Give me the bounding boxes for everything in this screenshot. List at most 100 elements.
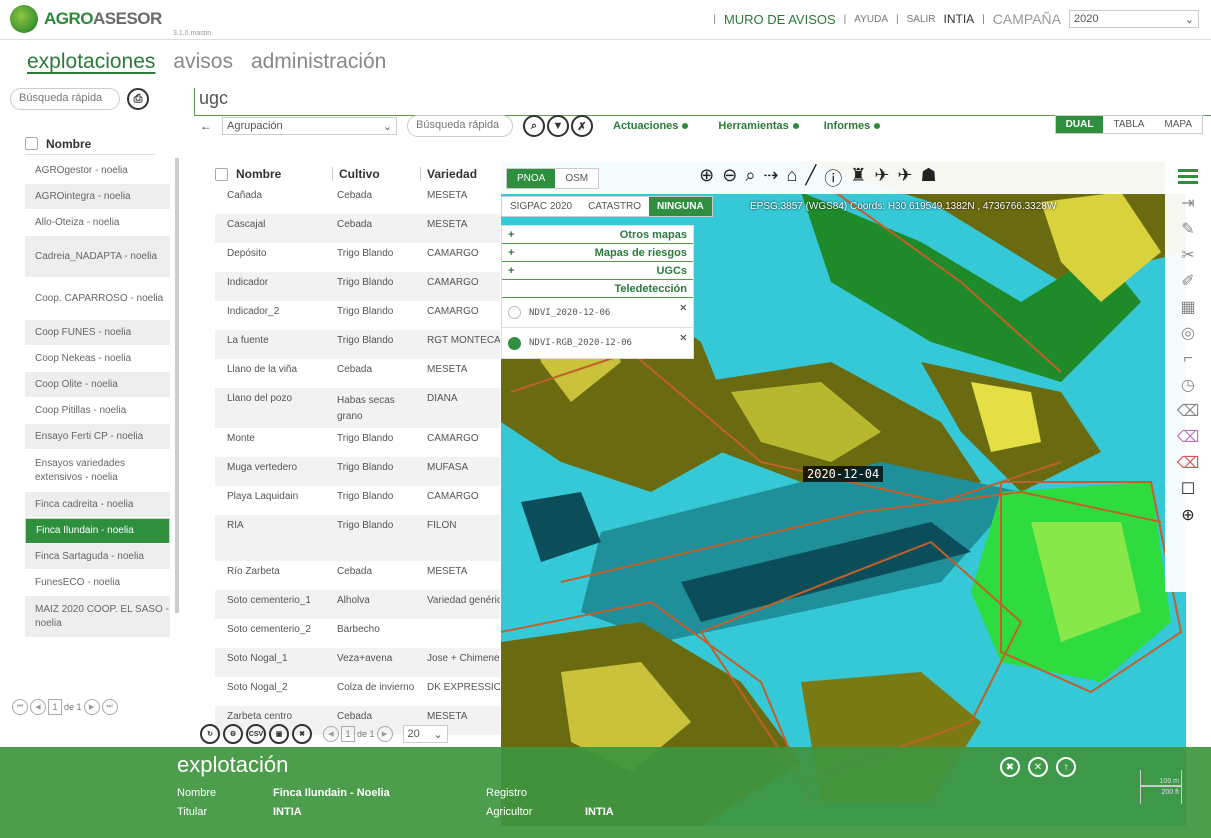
left-search-input[interactable]: Búsqueda rápida [10,88,120,110]
eraser-red-icon[interactable]: ⌫ [1165,450,1211,476]
herramientas-menu[interactable]: Herramientas [718,120,799,132]
home-icon[interactable]: ⌂ [787,165,798,191]
list-item[interactable]: Coop. CAPARROSO - noelia [25,278,170,320]
teledeteccion-row[interactable]: Teledetección [502,280,693,298]
ndvi-rgb-layer-item[interactable]: NDVI-RGB_2020-12-06 ✕ [502,328,693,358]
ndvi-rgb-radio[interactable] [508,336,521,350]
menu-icon[interactable] [1165,162,1211,190]
shape-icon[interactable]: ⌐ [1165,346,1211,372]
list-item[interactable]: MAIZ 2020 COOP. EL SASO - noelia [25,596,170,638]
ruler-icon[interactable]: ╱ [805,165,816,191]
close-icon[interactable]: ✕ [680,330,687,344]
list-item[interactable]: AGROintegra - noelia [25,184,170,210]
list-item[interactable]: Allo-Oteiza - noelia [25,210,170,236]
table-row[interactable]: Monte Trigo Blando CAMARGO [215,428,500,457]
actuaciones-menu[interactable]: Actuaciones [613,120,689,132]
sigpac-button[interactable]: SIGPAC 2020 [502,197,580,216]
zoom-extent-icon[interactable]: ⌕ [745,165,755,191]
satellite-icon[interactable]: ✈ [874,165,889,191]
binoculars-icon[interactable]: ♜ [850,165,866,191]
table-row[interactable]: Soto cementerio_1 Alholva Variedad genéric… [215,590,500,619]
view-tabla-button[interactable]: TABLA [1103,116,1154,133]
collapse-up-icon[interactable]: ↑ [1056,757,1076,777]
page-number-input[interactable]: 1 [48,699,62,715]
export-icon[interactable]: ⎙ [127,88,149,110]
filter-icon[interactable]: ▼ [547,115,569,137]
globe-icon[interactable]: ⊕ [1165,502,1211,528]
table-row[interactable]: Cascajal Cebada MESETA [215,214,500,243]
ugcs-row[interactable]: + UGCs [502,262,693,280]
table-row[interactable]: Soto Nogal_2 Colza de invierno DK EXPRESSI… [215,677,500,706]
list-item[interactable]: Finca cadreita - noelia [25,492,170,518]
table-row[interactable]: Indicador_2 Trigo Blando CAMARGO [215,301,500,330]
zoom-out-icon[interactable]: ⊖ [722,165,737,191]
col-nombre[interactable]: Nombre [236,167,332,181]
table-row[interactable]: Llano de la viña Cebada MESETA [215,359,500,388]
clear-filter-icon[interactable]: ✗ [571,115,593,137]
list-item[interactable]: Coop FUNES - noelia [25,320,170,346]
ayuda-link[interactable]: AYUDA [854,14,888,25]
left-scrollbar[interactable] [175,158,179,613]
gauge-icon[interactable]: ◎ [1165,320,1211,346]
prev-page-icon[interactable]: ◀ [30,699,46,715]
view-dual-button[interactable]: DUAL [1055,116,1104,133]
delete-icon[interactable]: ✖ [1000,757,1020,777]
list-item[interactable]: Cadreia_NADAPTA - noelia [25,236,170,278]
page-number-input[interactable]: 1 [341,726,355,742]
ndvi-layer-item[interactable]: NDVI_2020-12-06 ✕ [502,298,693,328]
eraser-purple-icon[interactable]: ⌫ [1165,424,1211,450]
csv-export-button[interactable]: CSV [246,724,266,744]
agrupacion-select[interactable]: Agrupación ⌄ [222,117,397,135]
table-row[interactable]: La fuente Trigo Blando RGT MONTECARLO [215,330,500,359]
table-row[interactable]: Soto cementerio_2 Barbecho [215,619,500,648]
nav-explotaciones[interactable]: explotaciones [27,50,155,74]
back-arrow-icon[interactable]: ← [200,119,212,133]
route-icon[interactable]: ⇢ [763,165,778,191]
informes-menu[interactable]: Informes [824,120,881,132]
close-icon[interactable]: ✕ [680,300,687,314]
catastro-button[interactable]: CATASTRO [580,197,649,216]
login-icon[interactable]: ⇥ [1165,190,1211,216]
select-all-rows-checkbox[interactable] [215,167,228,181]
prev-page-icon[interactable]: ◀ [323,726,339,742]
search-icon[interactable]: ⌕ [523,115,545,137]
table-row[interactable]: Llano del pozo Habas secas grano DIANA [215,388,500,428]
muro-avisos-link[interactable]: MURO DE AVISOS [724,12,836,27]
campana-select[interactable]: 2020 ⌄ [1069,10,1199,28]
list-item-selected[interactable]: Finca Ilundain - noelia [25,518,170,544]
view-mapa-button[interactable]: MAPA [1154,116,1202,133]
list-item[interactable]: Finca Sartaguda - noelia [25,544,170,570]
scissors-icon[interactable]: ✂ [1165,242,1211,268]
otros-mapas-row[interactable]: + Otros mapas [502,226,693,244]
list-item[interactable]: AGROgestor - noelia [25,158,170,184]
ndvi-radio[interactable] [508,306,521,319]
list-item[interactable]: Coop Pitillas - noelia [25,398,170,424]
page-size-select[interactable]: 20 ⌄ [402,725,448,743]
timer-icon[interactable]: ◷ [1165,372,1211,398]
settings-icon[interactable]: ⚙ [223,724,243,744]
list-item[interactable]: Coop Nekeas - noelia [25,346,170,372]
app-logo[interactable]: AGROASESOR [10,5,162,33]
square-icon[interactable]: ☐ [1165,476,1211,502]
table-row[interactable]: Muga vertedero Trigo Blando MUFASA [215,457,500,486]
close-icon[interactable]: ✕ [1028,757,1048,777]
table-search-input[interactable]: Búsqueda rápida [407,115,513,137]
drone-icon[interactable]: ☗ [921,165,937,191]
satellite-info-icon[interactable]: ✈ [897,165,912,191]
table-row[interactable]: Río Zarbeta Cebada MESETA [215,561,500,590]
next-page-icon[interactable]: ▶ [376,726,393,742]
osm-button[interactable]: OSM [555,168,599,188]
table-row[interactable]: RIA Trigo Blando FILON [215,515,500,561]
list-item[interactable]: Ensayos variedades extensivos - noelia [25,450,170,492]
info-icon[interactable]: ⓘ [824,165,842,191]
eraser-blue-icon[interactable]: ⌫ [1165,398,1211,424]
grid-edit-icon[interactable]: ▦ [1165,294,1211,320]
list-item[interactable]: Coop Olite - noelia [25,372,170,398]
save-icon[interactable]: ▣ [269,724,289,744]
table-row[interactable]: Soto Nogal_1 Veza+avena Jose + Chimene [215,648,500,677]
table-row[interactable]: Cañada Cebada MESETA [215,185,500,214]
first-page-icon[interactable]: ⏮ [12,699,28,715]
pnoa-button[interactable]: PNOA [507,168,556,188]
nav-administracion[interactable]: administración [251,50,386,74]
salir-link[interactable]: SALIR [907,14,936,25]
